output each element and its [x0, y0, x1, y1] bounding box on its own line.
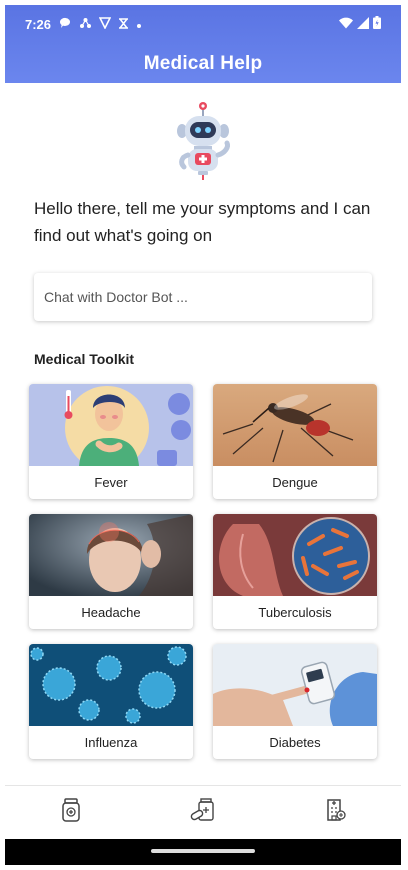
home-gesture-handle[interactable] — [151, 849, 255, 853]
bottom-navigation — [5, 785, 401, 839]
toolkit-card-label: Diabetes — [269, 735, 321, 750]
x-icon — [118, 17, 129, 32]
toolkit-card-diabetes[interactable]: Diabetes — [213, 644, 377, 759]
toolkit-card-fever[interactable]: Fever — [29, 384, 193, 499]
toolkit-card-label: Dengue — [272, 475, 318, 490]
wifi-icon — [339, 17, 353, 32]
toolkit-card-dengue[interactable]: Dengue — [213, 384, 377, 499]
toolkit-card-tuberculosis[interactable]: Tuberculosis — [213, 514, 377, 629]
shield-v-icon — [98, 16, 112, 32]
signal-icon — [357, 16, 369, 32]
chat-box[interactable] — [34, 273, 372, 321]
app-screen: 7:26 Medical Help Hello there, tell me y… — [5, 5, 401, 865]
toolkit-title: Medical Toolkit — [34, 351, 135, 367]
gesture-bar — [5, 839, 401, 865]
doctor-bot-avatar — [171, 101, 235, 181]
influenza-image — [29, 644, 193, 726]
status-time: 7:26 — [25, 16, 52, 32]
headache-image — [29, 514, 193, 596]
chat-input[interactable] — [44, 289, 372, 305]
greeting-text: Hello there, tell me your symptoms and I… — [34, 199, 371, 245]
dot-icon — [136, 17, 142, 32]
nav-hospital-button[interactable] — [315, 793, 355, 833]
network-icon — [79, 17, 92, 32]
diabetes-image — [213, 644, 377, 726]
hospital-icon — [324, 798, 346, 827]
fever-image — [29, 384, 193, 466]
medicine-bottle-icon — [60, 798, 82, 827]
toolkit-card-label: Tuberculosis — [258, 605, 332, 620]
toolkit-card-label: Headache — [81, 605, 141, 620]
toolkit-card-headache[interactable]: Headache — [29, 514, 193, 629]
toolkit-card-label: Influenza — [84, 735, 138, 750]
dengue-image — [213, 384, 377, 466]
toolkit-card-label: Fever — [94, 475, 128, 490]
pills-icon — [190, 798, 216, 827]
app-header: 7:26 Medical Help — [5, 5, 401, 83]
nav-pills-button[interactable] — [183, 793, 223, 833]
page-title: Medical Help — [143, 53, 263, 74]
nav-medicine-button[interactable] — [51, 793, 91, 833]
battery-icon — [373, 16, 381, 32]
toolkit-card-influenza[interactable]: Influenza — [29, 644, 193, 759]
tuberculosis-image — [213, 514, 377, 596]
status-bar: 7:26 — [5, 5, 401, 43]
chat-bubble-icon — [59, 17, 72, 32]
